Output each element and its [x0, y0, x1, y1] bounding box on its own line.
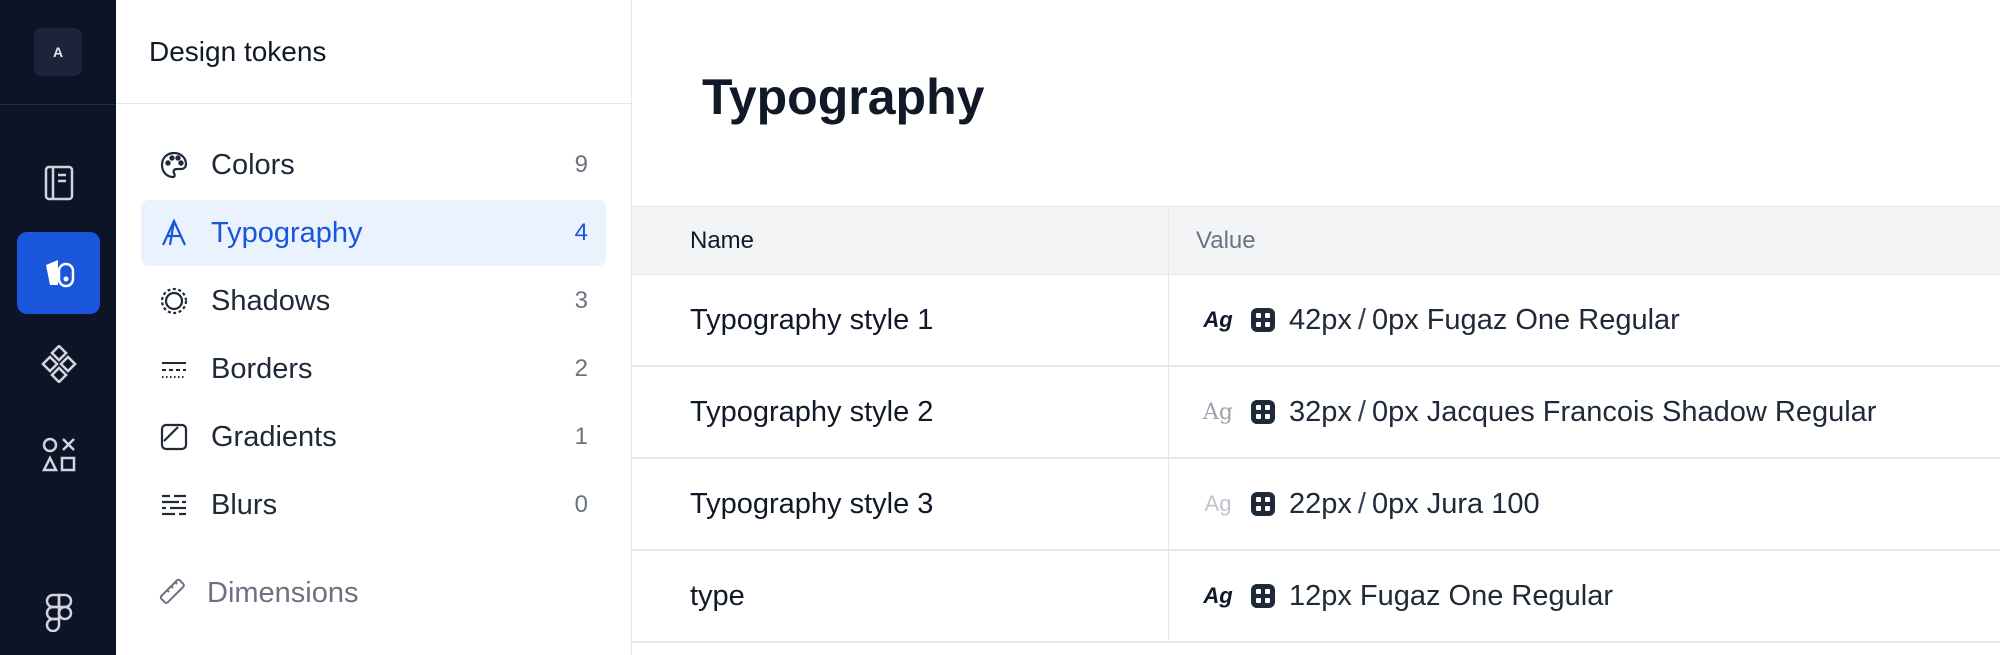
token-name: Typography style 3	[632, 459, 1169, 549]
value-separator: /	[1357, 395, 1366, 428]
shapes-icon	[40, 436, 78, 474]
rail-tokens-button[interactable]	[17, 232, 100, 314]
font-size: 32px	[1289, 395, 1352, 428]
typography-icon	[157, 216, 191, 250]
column-header-name[interactable]: Name	[632, 207, 1169, 274]
sidebar-item-count: 4	[574, 219, 588, 246]
figma-icon	[44, 592, 74, 632]
typography-table: Name Value Typography style 1 Ag 42px / …	[632, 206, 2000, 643]
rail-components-button[interactable]	[17, 323, 100, 405]
font-preview: Ag	[1204, 491, 1232, 516]
token-name: Typography style 2	[632, 367, 1169, 457]
token-name: type	[632, 551, 1169, 641]
rail-figma-button[interactable]	[17, 571, 100, 653]
sidebar-item-colors[interactable]: Colors 9	[141, 132, 606, 198]
sidebar-item-label: Shadows	[211, 284, 331, 317]
borders-icon	[157, 352, 191, 386]
palette-icon	[157, 148, 191, 182]
app: A Design tokens Colors 9 Typography 4 Sh…	[0, 0, 2000, 655]
sidebar-item-count: 2	[574, 355, 588, 382]
sidebar-item-label: Typography	[211, 216, 363, 249]
value-separator: /	[1357, 487, 1366, 520]
token-value: Ag 12px Fugaz One Regular	[1169, 551, 2000, 641]
sidebar-item-count: 1	[574, 423, 588, 450]
token-value: Ag 42px / 0px Fugaz One Regular	[1169, 275, 2000, 365]
sidebar-item-typography[interactable]: Typography 4	[141, 200, 606, 266]
font-family: Jura 100	[1426, 487, 1540, 520]
line-height: 0px	[1371, 487, 1419, 520]
sidebar-item-borders[interactable]: Borders 2	[141, 336, 606, 402]
sidebar-item-label: Gradients	[211, 420, 337, 453]
font-preview: Ag	[1203, 399, 1233, 425]
font-family: Jacques Francois Shadow Regular	[1426, 395, 1877, 428]
workspace-avatar[interactable]: A	[34, 28, 82, 76]
table-row[interactable]: Typography style 3 Ag 22px / 0px Jura 10…	[632, 459, 2000, 551]
sidebar-item-shadows[interactable]: Shadows 3	[141, 268, 606, 334]
table-header: Name Value	[632, 207, 2000, 275]
token-value: Ag 22px / 0px Jura 100	[1169, 459, 2000, 549]
tokens-sidebar: Design tokens Colors 9 Typography 4 Shad…	[116, 0, 632, 655]
token-name: Typography style 1	[632, 275, 1169, 365]
sidebar-item-label: Colors	[211, 148, 295, 181]
table-row[interactable]: type Ag 12px Fugaz One Regular	[632, 551, 2000, 643]
column-header-value[interactable]: Value	[1169, 207, 2000, 274]
sidebar-title: Design tokens	[116, 0, 631, 104]
font-family: Fugaz One Regular	[1426, 303, 1680, 336]
sidebar-item-label: Blurs	[211, 488, 278, 521]
book-icon	[43, 165, 75, 201]
page-title: Typography	[702, 69, 985, 125]
sidebar-item-label: Borders	[211, 352, 313, 385]
font-size: 12px	[1289, 579, 1352, 612]
font-preview: Ag	[1203, 307, 1233, 332]
table-row[interactable]: Typography style 2 Ag 32px / 0px Jacques…	[632, 367, 2000, 459]
font-size: 22px	[1289, 487, 1352, 520]
design-tokens-icon	[41, 255, 77, 291]
gradient-icon	[157, 420, 191, 454]
token-value: Ag 32px / 0px Jacques Francois Shadow Re…	[1169, 367, 2000, 457]
sidebar-item-blurs[interactable]: Blurs 0	[141, 472, 606, 538]
sidebar-item-label: Dimensions	[207, 577, 359, 609]
table-row[interactable]: Typography style 1 Ag 42px / 0px Fugaz O…	[632, 275, 2000, 367]
shadow-icon	[157, 284, 191, 318]
ruler-icon	[157, 576, 187, 611]
style-icon	[1249, 490, 1277, 518]
logo-area: A	[0, 0, 116, 105]
sidebar-item-gradients[interactable]: Gradients 1	[141, 404, 606, 470]
sidebar-item-count: 9	[574, 151, 588, 178]
components-icon	[40, 345, 78, 383]
token-category-list: Colors 9 Typography 4 Shadows 3 Borders …	[141, 132, 606, 540]
line-height: 0px	[1371, 303, 1419, 336]
style-icon	[1249, 398, 1277, 426]
rail-docs-button[interactable]	[17, 142, 100, 224]
font-size: 42px	[1289, 303, 1352, 336]
style-icon	[1249, 582, 1277, 610]
nav-rail: A	[0, 0, 116, 655]
main-content: Typography Name Value Typography style 1…	[632, 0, 2000, 655]
value-separator: /	[1357, 303, 1366, 336]
font-family: Fugaz One Regular	[1359, 579, 1613, 612]
line-height: 0px	[1371, 395, 1419, 428]
sidebar-item-count: 0	[574, 491, 588, 518]
rail-shapes-button[interactable]	[17, 414, 100, 496]
sidebar-item-count: 3	[574, 287, 588, 314]
style-icon	[1249, 306, 1277, 334]
blur-icon	[157, 488, 191, 522]
font-preview: Ag	[1203, 583, 1233, 608]
sidebar-item-dimensions[interactable]: Dimensions	[157, 576, 359, 611]
